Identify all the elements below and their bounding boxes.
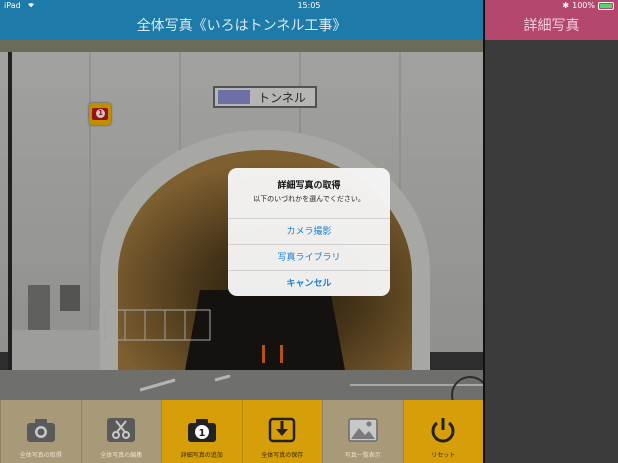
toolbar-label: リセット (431, 452, 456, 459)
toolbar-label: 全体写真の編集 (100, 452, 143, 459)
toolbar-badge: 1 (198, 428, 205, 439)
action-alert: 詳細写真の取得 以下のいづれかを選んでください。 カメラ撮影 写真ライブラリ キ… (228, 168, 390, 296)
photo-library-button[interactable]: 写真ライブラリ (228, 244, 390, 271)
side-panel-title: 詳細写真 (523, 18, 580, 34)
download-icon (269, 417, 296, 443)
status-right: ✱ 100% (562, 1, 614, 10)
image-icon (348, 418, 378, 442)
page-title: 全体写真《いろはトンネル工事》 (136, 18, 347, 34)
battery-percent: 100% (572, 1, 595, 10)
photo-list-button[interactable]: 写真一覧表示 (322, 400, 403, 463)
get-overall-photo-button[interactable]: 全体写真の取得 (0, 400, 81, 463)
camera-capture-button[interactable]: カメラ撮影 (228, 218, 390, 245)
numbered-camera-icon: 1 (187, 419, 216, 442)
status-bar: iPad 15:05 ✱ 100% (0, 0, 618, 12)
toolbar-label: 写真一覧表示 (344, 452, 381, 459)
battery-icon (598, 1, 614, 10)
detail-photo-panel (485, 40, 618, 463)
alert-message: 以下のいづれかを選んでください。 (253, 195, 365, 203)
bottom-toolbar: 全体写真の取得 全体写真の編集 1 詳細写真の追加 全体写真の保存 写真一覧表示… (0, 400, 483, 463)
power-icon (431, 418, 455, 443)
add-detail-photo-button[interactable]: 1 詳細写真の追加 (161, 400, 242, 463)
toolbar-label: 全体写真の保存 (261, 452, 304, 459)
status-time: 15:05 (297, 1, 321, 10)
save-overall-photo-button[interactable]: 全体写真の保存 (241, 400, 322, 463)
toolbar-label: 詳細写真の追加 (180, 452, 223, 459)
scissors-icon (107, 418, 136, 442)
cancel-button[interactable]: キャンセル (228, 270, 390, 296)
bluetooth-icon: ✱ (562, 1, 570, 10)
reset-button[interactable]: リセット (402, 400, 483, 463)
camera-icon (26, 419, 55, 442)
edit-overall-photo-button[interactable]: 全体写真の編集 (80, 400, 161, 463)
toolbar-label: 全体写真の取得 (19, 452, 62, 459)
alert-title: 詳細写真の取得 (277, 181, 341, 191)
